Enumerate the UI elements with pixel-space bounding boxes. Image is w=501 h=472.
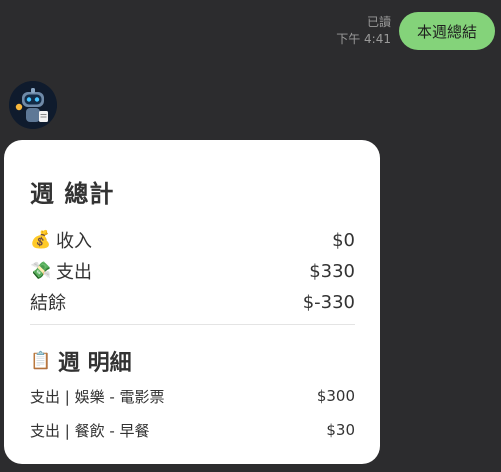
income-label: 收入: [56, 231, 92, 252]
message-time: 下午 4:41: [336, 32, 391, 46]
balance-row: 結餘 $-330: [30, 289, 355, 315]
message-status: 已讀 下午 4:41: [336, 14, 391, 48]
user-message-bubble[interactable]: 本週總結: [399, 12, 495, 50]
money-wings-icon: 💸: [30, 261, 52, 281]
expense-label: 支出: [56, 262, 92, 283]
income-row: 💰 收入 $0: [30, 227, 355, 253]
income-value: $0: [332, 229, 355, 251]
card-title: 週 總計: [30, 180, 115, 208]
read-receipt: 已讀: [366, 15, 391, 29]
detail-row: 支出 | 娛樂 - 電影票 $300: [30, 385, 355, 407]
robot-icon: [9, 81, 57, 129]
details-title: 📋 週 明細: [30, 345, 132, 377]
clipboard-icon: 📋: [30, 351, 52, 371]
detail-label: 支出 | 餐飲 - 早餐: [30, 421, 150, 440]
detail-value: $30: [326, 421, 355, 439]
balance-label: 結餘: [30, 293, 66, 314]
balance-value: $-330: [302, 291, 355, 313]
detail-label: 支出 | 娛樂 - 電影票: [30, 387, 165, 406]
detail-value: $300: [316, 387, 355, 405]
details-title-text: 週 明細: [58, 351, 132, 376]
user-message-text: 本週總結: [416, 22, 477, 41]
bot-avatar[interactable]: [9, 81, 57, 129]
expense-row: 💸 支出 $330: [30, 258, 355, 284]
detail-row: 支出 | 餐飲 - 早餐 $30: [30, 419, 355, 441]
weekly-summary-card: 週 總計 💰 收入 $0 💸 支出 $330 結餘 $-330 📋 週 明細 支…: [4, 140, 380, 464]
divider: [30, 324, 355, 325]
money-bag-icon: 💰: [30, 230, 52, 250]
expense-value: $330: [309, 260, 355, 282]
